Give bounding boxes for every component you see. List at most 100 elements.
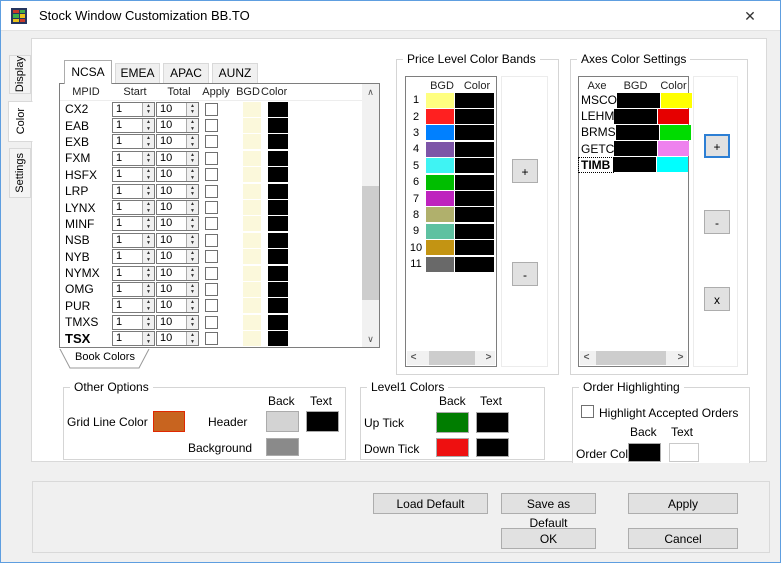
bgd-color-swatch[interactable] <box>613 157 656 172</box>
bgd-color-swatch[interactable] <box>243 266 261 281</box>
bgd-color-swatch[interactable] <box>426 240 454 255</box>
text-color-swatch[interactable] <box>268 102 288 117</box>
start-spinner[interactable]: 1▲▼ <box>112 282 155 297</box>
scroll-left-icon[interactable]: < <box>580 351 593 365</box>
apply-checkbox[interactable] <box>205 283 218 296</box>
background-swatch[interactable] <box>266 438 299 456</box>
bgd-color-swatch[interactable] <box>426 224 454 239</box>
apply-checkbox[interactable] <box>205 201 218 214</box>
down-tick-back-swatch[interactable] <box>436 438 469 457</box>
spin-down-icon[interactable]: ▼ <box>143 208 154 215</box>
total-spinner[interactable]: 10▲▼ <box>156 216 199 231</box>
start-spinner[interactable]: 1▲▼ <box>112 298 155 313</box>
text-color-swatch[interactable] <box>268 282 288 297</box>
start-spinner[interactable]: 1▲▼ <box>112 233 155 248</box>
spin-down-icon[interactable]: ▼ <box>143 257 154 264</box>
spin-down-icon[interactable]: ▼ <box>187 126 198 133</box>
total-spinner[interactable]: 10▲▼ <box>156 282 199 297</box>
text-color-swatch[interactable] <box>455 224 494 239</box>
scroll-right-icon[interactable]: > <box>674 351 687 365</box>
text-color-swatch[interactable] <box>455 109 494 124</box>
highlight-accepted-orders-checkbox[interactable] <box>581 405 594 418</box>
apply-checkbox[interactable] <box>205 267 218 280</box>
text-color-swatch[interactable] <box>268 167 288 182</box>
bgd-color-swatch[interactable] <box>243 134 261 149</box>
apply-checkbox[interactable] <box>205 234 218 247</box>
bgd-color-swatch[interactable] <box>614 109 657 124</box>
spin-down-icon[interactable]: ▼ <box>143 306 154 313</box>
price-add-button[interactable]: + <box>512 159 538 183</box>
start-spinner[interactable]: 1▲▼ <box>112 134 155 149</box>
total-spinner[interactable]: 10▲▼ <box>156 315 199 330</box>
apply-checkbox[interactable] <box>205 168 218 181</box>
apply-checkbox[interactable] <box>205 119 218 132</box>
bgd-color-swatch[interactable] <box>426 142 454 157</box>
spin-down-icon[interactable]: ▼ <box>187 175 198 182</box>
spin-down-icon[interactable]: ▼ <box>187 273 198 280</box>
start-spinner[interactable]: 1▲▼ <box>112 249 155 264</box>
bgd-color-swatch[interactable] <box>426 158 454 173</box>
spin-down-icon[interactable]: ▼ <box>143 240 154 247</box>
spin-down-icon[interactable]: ▼ <box>187 322 198 329</box>
spin-down-icon[interactable]: ▼ <box>143 109 154 116</box>
load-default-button[interactable]: Load Default <box>373 493 488 514</box>
text-color-swatch[interactable] <box>455 158 494 173</box>
total-spinner[interactable]: 10▲▼ <box>156 118 199 133</box>
side-tab-settings[interactable]: Settings <box>9 148 31 198</box>
text-color-swatch[interactable] <box>268 134 288 149</box>
up-tick-text-swatch[interactable] <box>476 412 509 433</box>
tab-aunz[interactable]: AUNZ <box>212 63 258 83</box>
text-color-swatch[interactable] <box>455 175 494 190</box>
total-spinner[interactable]: 10▲▼ <box>156 167 199 182</box>
spin-down-icon[interactable]: ▼ <box>143 224 154 231</box>
spin-down-icon[interactable]: ▼ <box>143 142 154 149</box>
total-spinner[interactable]: 10▲▼ <box>156 134 199 149</box>
start-spinner[interactable]: 1▲▼ <box>112 315 155 330</box>
text-color-swatch[interactable] <box>658 109 689 124</box>
spin-down-icon[interactable]: ▼ <box>143 191 154 198</box>
text-color-swatch[interactable] <box>268 118 288 133</box>
scroll-right-icon[interactable]: > <box>482 351 495 365</box>
bgd-color-swatch[interactable] <box>617 93 660 108</box>
text-color-swatch[interactable] <box>268 249 288 264</box>
bgd-color-swatch[interactable] <box>243 200 261 215</box>
text-color-swatch[interactable] <box>658 141 689 156</box>
spin-down-icon[interactable]: ▼ <box>143 126 154 133</box>
book-table-scrollbar[interactable]: ∧ ∨ <box>362 84 379 347</box>
total-spinner[interactable]: 10▲▼ <box>156 249 199 264</box>
side-tab-display[interactable]: Display <box>9 55 31 94</box>
cancel-button[interactable]: Cancel <box>628 528 738 549</box>
header-back-swatch[interactable] <box>266 411 299 432</box>
text-color-swatch[interactable] <box>455 240 494 255</box>
apply-checkbox[interactable] <box>205 316 218 329</box>
total-spinner[interactable]: 10▲▼ <box>156 331 199 346</box>
spin-down-icon[interactable]: ▼ <box>143 273 154 280</box>
down-tick-text-swatch[interactable] <box>476 438 509 457</box>
spin-down-icon[interactable]: ▼ <box>187 289 198 296</box>
total-spinner[interactable]: 10▲▼ <box>156 200 199 215</box>
price-remove-button[interactable]: - <box>512 262 538 286</box>
bgd-color-swatch[interactable] <box>426 257 454 272</box>
bgd-color-swatch[interactable] <box>243 331 261 346</box>
bgd-color-swatch[interactable] <box>426 191 454 206</box>
up-tick-back-swatch[interactable] <box>436 412 469 433</box>
total-spinner[interactable]: 10▲▼ <box>156 298 199 313</box>
axes-remove-button[interactable]: - <box>704 210 730 234</box>
text-color-swatch[interactable] <box>455 257 494 272</box>
apply-checkbox[interactable] <box>205 103 218 116</box>
text-color-swatch[interactable] <box>268 151 288 166</box>
text-color-swatch[interactable] <box>660 125 691 140</box>
order-color-text-swatch[interactable] <box>669 443 699 462</box>
spin-down-icon[interactable]: ▼ <box>187 339 198 346</box>
axe-name[interactable]: LEHM <box>579 109 614 123</box>
text-color-swatch[interactable] <box>455 93 494 108</box>
axes-hscrollbar[interactable]: < > <box>580 351 687 365</box>
start-spinner[interactable]: 1▲▼ <box>112 200 155 215</box>
apply-checkbox[interactable] <box>205 217 218 230</box>
axe-name[interactable]: BRMS <box>579 125 616 139</box>
bgd-color-swatch[interactable] <box>243 282 261 297</box>
bgd-color-swatch[interactable] <box>243 315 261 330</box>
spin-down-icon[interactable]: ▼ <box>143 339 154 346</box>
apply-checkbox[interactable] <box>205 185 218 198</box>
bgd-color-swatch[interactable] <box>243 118 261 133</box>
